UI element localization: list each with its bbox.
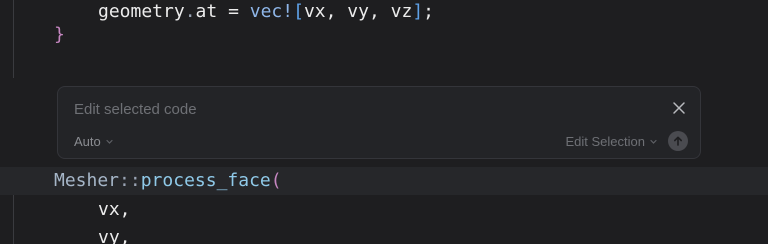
code-token-path-separator: :: [119, 170, 141, 191]
model-selector[interactable]: Auto [74, 132, 114, 150]
code-line-text: vy, [98, 227, 131, 244]
code-token-open-paren: ( [270, 170, 282, 191]
code-line[interactable]: vx, [0, 196, 768, 224]
edit-mode-selector[interactable]: Edit Selection [566, 132, 659, 150]
code-token-close-bracket: ] [412, 1, 424, 22]
arrow-up-icon [674, 136, 682, 146]
code-token-macro: vec! [249, 1, 294, 22]
code-token-close-brace: } [54, 24, 65, 45]
inline-edit-panel: Auto Edit Selection [57, 86, 701, 159]
code-line[interactable]: vy, [0, 224, 768, 244]
code-editor[interactable]: geometry.at = vec![vx, vy, vz]; } Auto E… [0, 0, 768, 244]
code-line-text: vx, [98, 199, 131, 220]
code-line-active[interactable]: Mesher::process_face( [0, 167, 768, 195]
code-token-semicolon: ; [423, 1, 435, 22]
close-button[interactable] [670, 99, 688, 117]
code-token-field: at [195, 1, 218, 22]
edit-prompt-input[interactable] [74, 98, 654, 120]
code-token-dot: . [184, 1, 196, 22]
code-token-args: vx, vy, vz [303, 1, 413, 22]
chevron-down-icon [105, 137, 114, 146]
submit-button[interactable] [668, 131, 688, 151]
model-selector-label: Auto [74, 133, 101, 149]
code-token-type: Mesher [54, 170, 120, 191]
edit-mode-label: Edit Selection [565, 133, 646, 149]
code-token-object: geometry [98, 1, 185, 22]
code-token-assign: = [217, 1, 250, 22]
close-icon [673, 102, 685, 114]
chevron-down-icon [649, 137, 658, 146]
code-token-open-bracket: [ [293, 1, 304, 22]
code-line[interactable]: } [0, 21, 768, 49]
code-token-function: process_face [140, 170, 271, 191]
code-line-text: Mesher::process_face( [54, 167, 282, 195]
